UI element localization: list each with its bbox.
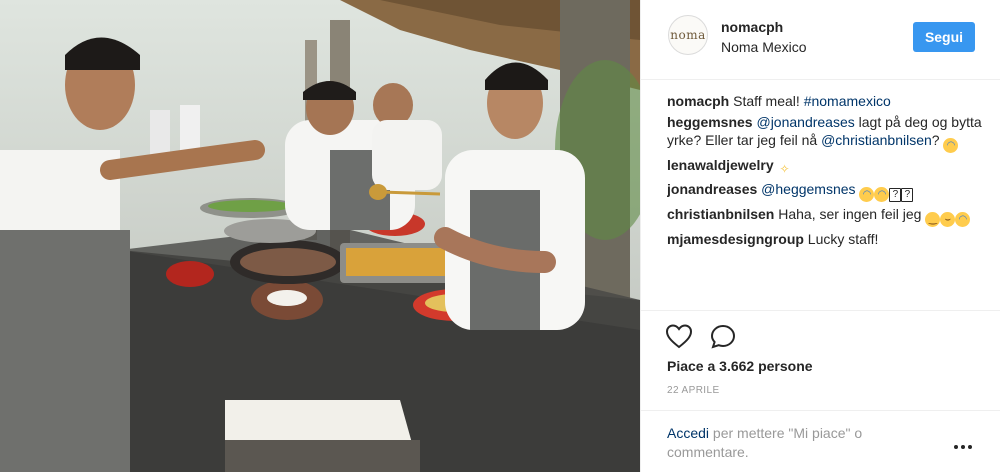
follow-button[interactable]: Segui xyxy=(913,22,975,52)
laugh-emoji-icon: ◠ xyxy=(955,212,971,227)
more-dot xyxy=(968,445,972,449)
comment-item: mjamesdesigngroup Lucky staff! xyxy=(667,230,985,248)
comment-author[interactable]: heggemsnes xyxy=(667,114,753,130)
hashtag-link[interactable]: #nomamexico xyxy=(804,93,891,109)
comment-item: christianbnilsen Haha, ser ingen feil je… xyxy=(667,205,985,227)
laugh-emoji-icon: ◠ xyxy=(874,187,890,202)
avatar[interactable]: noma xyxy=(668,15,708,55)
staff-meal-image xyxy=(0,0,640,472)
post-location[interactable]: Noma Mexico xyxy=(721,39,807,55)
post-side-panel: noma nomacph Noma Mexico Segui nomacph S… xyxy=(640,0,1000,472)
smile-emoji-icon: ‿ xyxy=(925,212,941,227)
comment-item: heggemsnes @jonandreases lagt på deg og … xyxy=(667,113,985,153)
comment-text: Haha, ser ingen feil jeg xyxy=(774,206,926,222)
clap-emoji-icon: ✧ xyxy=(779,162,790,176)
post-photo[interactable] xyxy=(0,0,640,472)
comment-author[interactable]: lenawaldjewelry xyxy=(667,157,774,173)
comment-author[interactable]: mjamesdesigngroup xyxy=(667,231,804,247)
likes-count[interactable]: Piace a 3.662 persone xyxy=(667,358,813,374)
mention-link[interactable]: @heggemsnes xyxy=(761,181,855,197)
comment-icon[interactable] xyxy=(709,323,737,349)
mention-link[interactable]: @jonandreases xyxy=(756,114,854,130)
more-options-icon[interactable] xyxy=(954,443,974,451)
comment-author[interactable]: nomacph xyxy=(667,93,729,109)
comment-item: nomacph Staff meal! #nomamexico xyxy=(667,92,985,110)
comment-text: ? xyxy=(931,132,944,148)
login-link[interactable]: Accedi xyxy=(667,425,709,441)
heart-icon[interactable] xyxy=(665,323,693,349)
post-date[interactable]: 22 APRILE xyxy=(667,385,720,396)
post-header: noma nomacph Noma Mexico Segui xyxy=(641,0,1000,80)
login-prompt: Accedi per mettere "Mi piace" o commenta… xyxy=(667,424,917,462)
comment-text: Staff meal! xyxy=(729,93,804,109)
login-bar: Accedi per mettere "Mi piace" o commenta… xyxy=(641,410,1000,472)
comments-list[interactable]: nomacph Staff meal! #nomamexico heggemsne… xyxy=(667,92,985,306)
more-dot xyxy=(954,445,958,449)
box-emoji-icon: ? xyxy=(901,188,914,202)
comment-item: jonandreases @heggemsnes ◠ ◠?? xyxy=(667,180,985,202)
more-dot xyxy=(961,445,965,449)
comment-author[interactable]: christianbnilsen xyxy=(667,206,774,222)
laugh-emoji-icon: ◠ xyxy=(859,187,875,202)
comment-text: Lucky staff! xyxy=(803,231,879,247)
laugh-emoji-icon: ◠ xyxy=(943,138,959,153)
box-emoji-icon: ? xyxy=(889,188,902,202)
mention-link[interactable]: @christianbnilsen xyxy=(821,132,932,148)
actions-bar: Piace a 3.662 persone 22 APRILE xyxy=(641,310,1000,410)
comment-text xyxy=(774,157,778,173)
post-username[interactable]: nomacph xyxy=(721,19,783,35)
comment-item: lenawaldjewelry ✧ xyxy=(667,156,985,177)
comment-author[interactable]: jonandreases xyxy=(667,181,757,197)
grin-emoji-icon: ⌣ xyxy=(940,212,956,227)
